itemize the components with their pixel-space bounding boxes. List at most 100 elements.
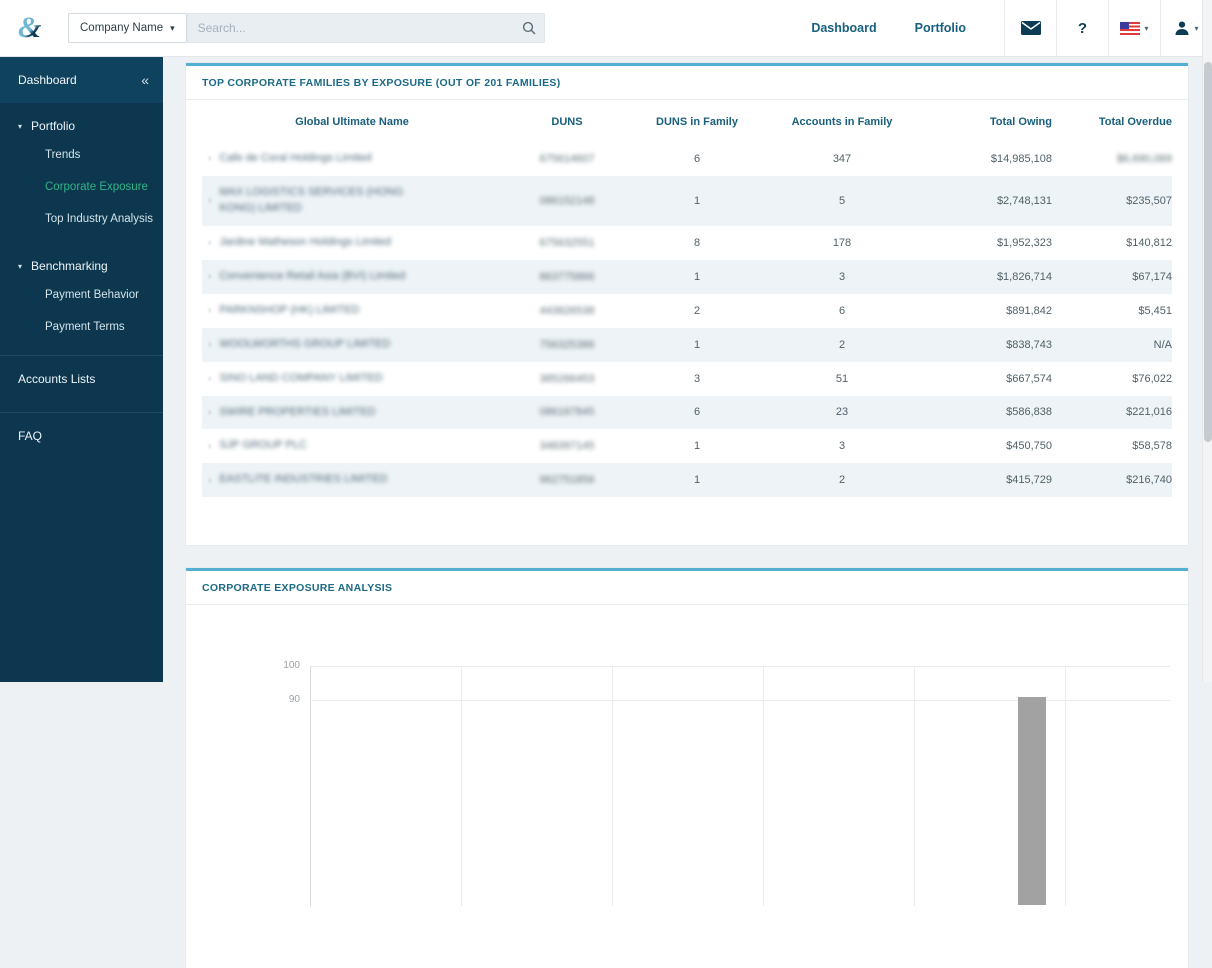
- sidebar-item-trends[interactable]: Trends: [0, 139, 163, 171]
- table-row[interactable]: › Jardine Matheson Holdings Limited 6756…: [202, 226, 1172, 260]
- duns-in-family-value: 1: [693, 270, 701, 283]
- duns-value: 086152148: [539, 194, 595, 207]
- sidebar-item-faq[interactable]: FAQ: [0, 413, 163, 457]
- total-owing-value: $2,748,131: [996, 194, 1052, 207]
- y-axis-tick-label: 90: [288, 694, 300, 705]
- duns-in-family-value: 1: [693, 440, 701, 453]
- total-overdue-value: $76,022: [1132, 372, 1172, 385]
- duns-in-family-value: 6: [693, 406, 701, 419]
- total-overdue-value: $140,812: [1126, 236, 1172, 249]
- us-flag-icon: [1120, 21, 1141, 35]
- accounts-in-family-value: 23: [835, 406, 849, 419]
- col-duns-in-family[interactable]: DUNS in Family: [632, 100, 762, 142]
- dnb-ampersand-logo[interactable]: &: [18, 11, 52, 45]
- accounts-in-family-value: 3: [838, 270, 846, 283]
- company-name[interactable]: Convenience Retail Asia (BVI) Limited: [219, 269, 405, 285]
- sidebar-portfolio-label: Portfolio: [31, 119, 76, 133]
- total-overdue-value: $216,740: [1126, 474, 1172, 487]
- chevron-down-icon: ▾: [18, 261, 23, 271]
- search-input[interactable]: [187, 21, 514, 35]
- collapse-sidebar-icon[interactable]: «: [141, 72, 149, 88]
- sidebar-item-payment-behavior[interactable]: Payment Behavior: [0, 279, 163, 311]
- y-axis-tick-label: 100: [283, 660, 300, 671]
- nav-dashboard-link[interactable]: Dashboard: [811, 21, 876, 35]
- chevron-down-icon: ▾: [1144, 23, 1149, 33]
- row-expand-icon[interactable]: ›: [208, 305, 211, 316]
- duns-in-family-value: 8: [693, 236, 701, 249]
- company-name[interactable]: SINO LAND COMPANY LIMITED: [219, 371, 382, 387]
- duns-value: 086167845: [539, 406, 595, 419]
- total-overdue-value: $67,174: [1132, 270, 1172, 283]
- table-row[interactable]: › SJP GROUP PLC 348397145 1 3 $450,750 $…: [202, 429, 1172, 463]
- sidebar-item-accounts-lists[interactable]: Accounts Lists: [0, 356, 163, 400]
- vertical-gridline: [461, 666, 462, 906]
- sidebar-item-corporate-exposure[interactable]: Corporate Exposure: [0, 171, 163, 203]
- company-name[interactable]: WOOLWORTHS GROUP LIMITED: [219, 337, 390, 353]
- table-row[interactable]: › EASTLITE INDUSTRIES LIMITED 962751856 …: [202, 463, 1172, 498]
- col-duns[interactable]: DUNS: [502, 100, 632, 142]
- sidebar-group-portfolio[interactable]: ▾ Portfolio: [0, 103, 163, 139]
- table-row[interactable]: › SWIRE PROPERTIES LIMITED 086167845 6 2…: [202, 395, 1172, 430]
- row-expand-icon[interactable]: ›: [208, 407, 211, 418]
- scrollbar-thumb[interactable]: [1204, 62, 1212, 442]
- table-row[interactable]: › PARKNSHOP (HK) LIMITED 443826538 2 6 $…: [202, 294, 1172, 328]
- total-owing-value: $1,952,323: [996, 236, 1052, 249]
- total-owing-value: $891,842: [1006, 304, 1052, 317]
- col-global-ultimate-name[interactable]: Global Ultimate Name: [202, 100, 502, 142]
- company-name[interactable]: SJP GROUP PLC: [219, 438, 307, 454]
- duns-value: 863775866: [539, 270, 595, 283]
- sidebar: Dashboard « ▾ Portfolio Trends Corporate…: [0, 57, 163, 682]
- sidebar-item-payment-terms[interactable]: Payment Terms: [0, 311, 163, 343]
- y-axis-line: [310, 666, 311, 906]
- row-expand-icon[interactable]: ›: [208, 153, 211, 164]
- table-row[interactable]: › MAX LOGISTICS SERVICES (HONG KONG) LIM…: [202, 175, 1172, 226]
- row-expand-icon[interactable]: ›: [208, 237, 211, 248]
- sidebar-group-benchmarking[interactable]: ▾ Benchmarking: [0, 235, 163, 279]
- company-name[interactable]: Jardine Matheson Holdings Limited: [219, 235, 391, 251]
- company-name[interactable]: EASTLITE INDUSTRIES LIMITED: [219, 472, 387, 488]
- language-selector[interactable]: ▾: [1108, 0, 1160, 57]
- accounts-in-family-value: 347: [832, 152, 852, 165]
- table-row[interactable]: › Convenience Retail Asia (BVI) Limited …: [202, 259, 1172, 294]
- duns-value: 675614607: [539, 152, 595, 165]
- chevron-down-icon: ▾: [170, 22, 175, 33]
- col-total-owing[interactable]: Total Owing: [922, 100, 1052, 142]
- duns-value: 385266453: [539, 372, 595, 385]
- company-name[interactable]: Cafe de Coral Holdings Limited: [219, 151, 371, 167]
- total-owing-value: $14,985,108: [990, 152, 1052, 165]
- row-expand-icon[interactable]: ›: [208, 195, 211, 206]
- search-box[interactable]: [186, 13, 545, 43]
- chevron-down-icon: ▾: [1194, 23, 1199, 33]
- table-header-row: Global Ultimate Name DUNS DUNS in Family…: [202, 100, 1172, 142]
- company-name[interactable]: PARKNSHOP (HK) LIMITED: [219, 303, 359, 319]
- search-icon[interactable]: [514, 21, 544, 35]
- col-total-overdue[interactable]: Total Overdue: [1052, 100, 1172, 142]
- chart-bar[interactable]: [1018, 696, 1046, 905]
- duns-value: 348397145: [539, 440, 595, 453]
- accounts-in-family-value: 5: [838, 194, 846, 207]
- table-row[interactable]: › WOOLWORTHS GROUP LIMITED 756325386 1 2…: [202, 327, 1172, 362]
- total-owing-value: $667,574: [1006, 372, 1052, 385]
- total-owing-value: $586,838: [1006, 406, 1052, 419]
- analysis-panel-title: CORPORATE EXPOSURE ANALYSIS: [186, 571, 1188, 605]
- page-scrollbar[interactable]: [1202, 0, 1212, 682]
- sidebar-item-dashboard[interactable]: Dashboard «: [0, 57, 163, 103]
- messages-button[interactable]: [1004, 0, 1056, 57]
- col-accounts-in-family[interactable]: Accounts in Family: [762, 100, 922, 142]
- table-row[interactable]: › SINO LAND COMPANY LIMITED 385266453 3 …: [202, 362, 1172, 396]
- table-row[interactable]: › Cafe de Coral Holdings Limited 6756146…: [202, 142, 1172, 176]
- vertical-gridline: [612, 666, 613, 906]
- nav-portfolio-link[interactable]: Portfolio: [915, 21, 966, 35]
- company-name[interactable]: SWIRE PROPERTIES LIMITED: [219, 405, 375, 421]
- company-name-dropdown[interactable]: Company Name ▾: [68, 13, 187, 43]
- row-expand-icon[interactable]: ›: [208, 475, 211, 486]
- company-name[interactable]: MAX LOGISTICS SERVICES (HONG KONG) LIMIT…: [219, 185, 419, 217]
- row-expand-icon[interactable]: ›: [208, 441, 211, 452]
- sidebar-item-top-industry-analysis[interactable]: Top Industry Analysis: [0, 203, 163, 235]
- row-expand-icon[interactable]: ›: [208, 271, 211, 282]
- row-expand-icon[interactable]: ›: [208, 373, 211, 384]
- row-expand-icon[interactable]: ›: [208, 339, 211, 350]
- total-overdue-value: N/A: [1153, 338, 1172, 351]
- accounts-in-family-value: 178: [832, 236, 852, 249]
- help-button[interactable]: ?: [1056, 0, 1108, 57]
